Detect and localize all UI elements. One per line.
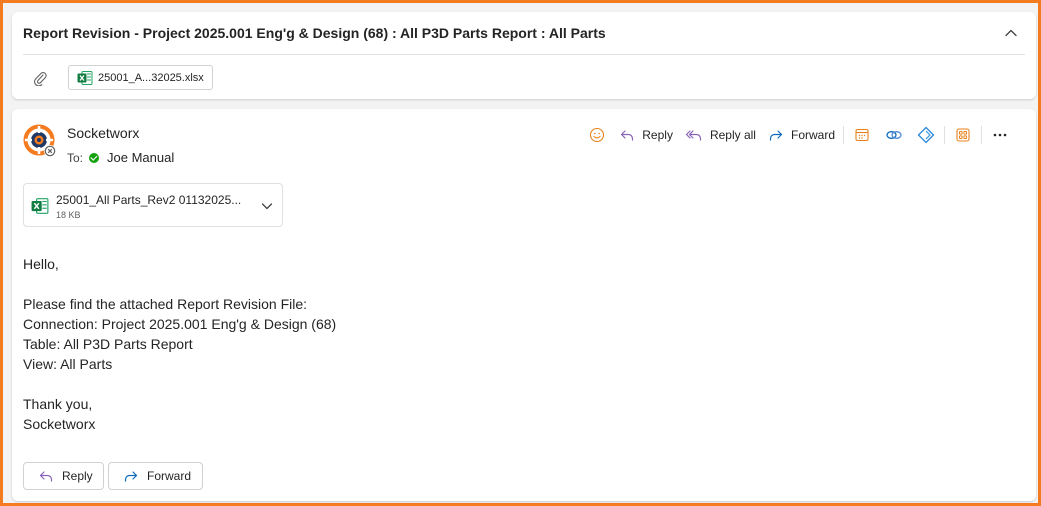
conversation-subject: Report Revision - Project 2025.001 Eng'g… xyxy=(23,25,606,41)
forward-label: Forward xyxy=(790,128,835,142)
body-line: View: All Parts xyxy=(23,356,113,372)
attachment-card[interactable]: 25001_All Parts_Rev2 01132025... 18 KB xyxy=(23,183,283,227)
avatar[interactable] xyxy=(23,124,57,158)
excel-file-icon xyxy=(77,70,93,86)
forward-button[interactable]: Forward xyxy=(762,123,841,147)
body-line: Connection: Project 2025.001 Eng'g & Des… xyxy=(23,316,337,332)
forward-arrow-icon xyxy=(768,127,784,143)
body-signature: Socketworx xyxy=(23,416,96,432)
forward-bottom-label: Forward xyxy=(147,469,192,483)
reply-bottom-button[interactable]: Reply xyxy=(23,462,104,490)
forward-bottom-button[interactable]: Forward xyxy=(108,462,203,490)
diamond-app-icon[interactable] xyxy=(910,123,942,147)
calendar-icon[interactable] xyxy=(846,123,878,147)
recipient-name[interactable]: Joe Manual xyxy=(107,150,174,165)
reply-arrow-icon xyxy=(619,127,635,143)
apps-icon[interactable] xyxy=(947,123,979,147)
toolbar-separator xyxy=(944,126,945,144)
link-icon[interactable] xyxy=(878,123,910,147)
header-divider xyxy=(23,54,1025,55)
attachment-chip-name: 25001_A...32025.xlsx xyxy=(98,71,204,84)
message-body: Hello, Please find the attached Report R… xyxy=(23,254,336,434)
reply-button[interactable]: Reply xyxy=(613,123,679,147)
presence-available-icon xyxy=(89,152,100,163)
sender-name[interactable]: Socketworx xyxy=(67,125,139,141)
attachment-file-name: 25001_All Parts_Rev2 01132025... xyxy=(56,193,242,207)
recipient-row: To: Joe Manual xyxy=(67,150,174,165)
more-ellipsis-icon[interactable] xyxy=(984,123,1016,147)
forward-arrow-icon xyxy=(123,468,139,484)
excel-file-icon xyxy=(31,197,49,215)
attachment-chip[interactable]: 25001_A...32025.xlsx xyxy=(68,65,213,90)
reply-arrow-icon xyxy=(38,468,54,484)
body-greeting: Hello, xyxy=(23,256,59,272)
conversation-header: Report Revision - Project 2025.001 Eng'g… xyxy=(12,12,1036,99)
toolbar-separator xyxy=(843,126,844,144)
reply-all-button[interactable]: Reply all xyxy=(679,123,762,147)
chevron-up-icon[interactable] xyxy=(1002,24,1020,42)
body-closing: Thank you, xyxy=(23,396,93,412)
app-frame: Report Revision - Project 2025.001 Eng'g… xyxy=(0,0,1041,506)
message-card: Socketworx To: Joe Manual Reply Reply al… xyxy=(12,109,1036,501)
body-line: Table: All P3D Parts Report xyxy=(23,336,193,352)
body-line: Please find the attached Report Revision… xyxy=(23,296,308,312)
toolbar-separator xyxy=(981,126,982,144)
paperclip-icon xyxy=(32,70,48,86)
reply-all-label: Reply all xyxy=(709,128,756,142)
message-toolbar: Reply Reply all Forward xyxy=(581,123,1016,147)
attachment-file-size: 18 KB xyxy=(56,210,81,220)
chevron-down-icon[interactable] xyxy=(260,199,274,213)
reply-label: Reply xyxy=(642,128,673,142)
reply-all-arrow-icon xyxy=(685,127,703,143)
emoji-icon[interactable] xyxy=(581,123,613,147)
reply-bottom-label: Reply xyxy=(62,469,93,483)
to-label: To: xyxy=(67,150,84,165)
